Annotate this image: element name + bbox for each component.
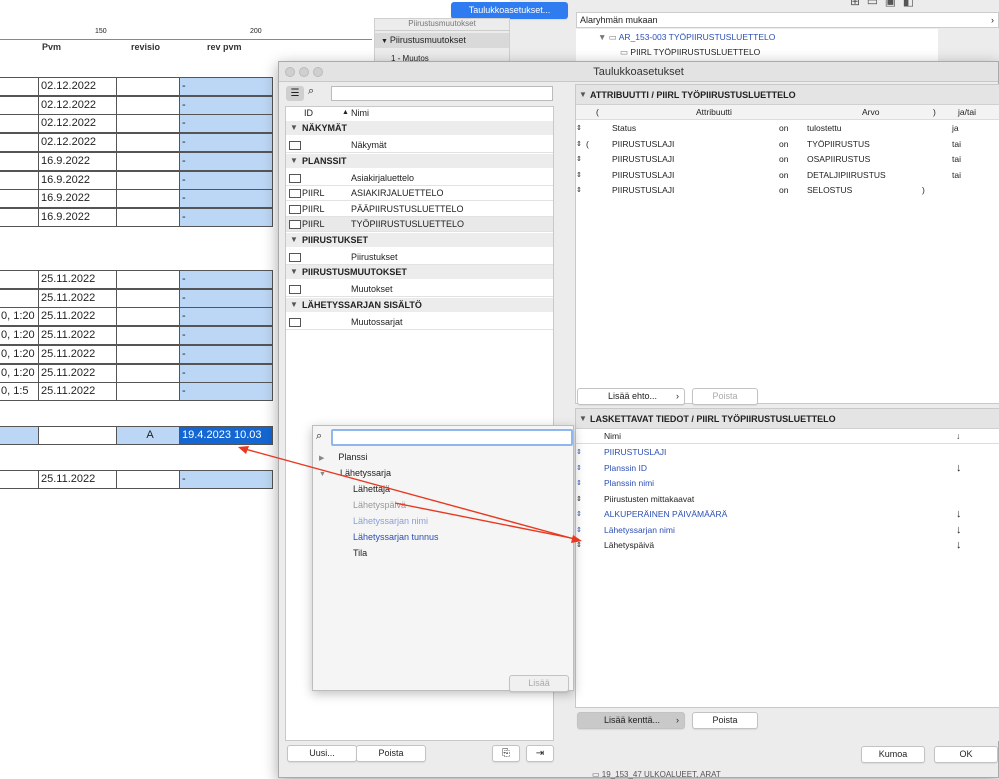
arrow-line xyxy=(394,502,577,540)
arrow-head xyxy=(238,446,249,454)
arrow-line xyxy=(244,448,579,541)
annotation-arrows xyxy=(238,446,582,543)
arrow-head xyxy=(571,535,582,543)
